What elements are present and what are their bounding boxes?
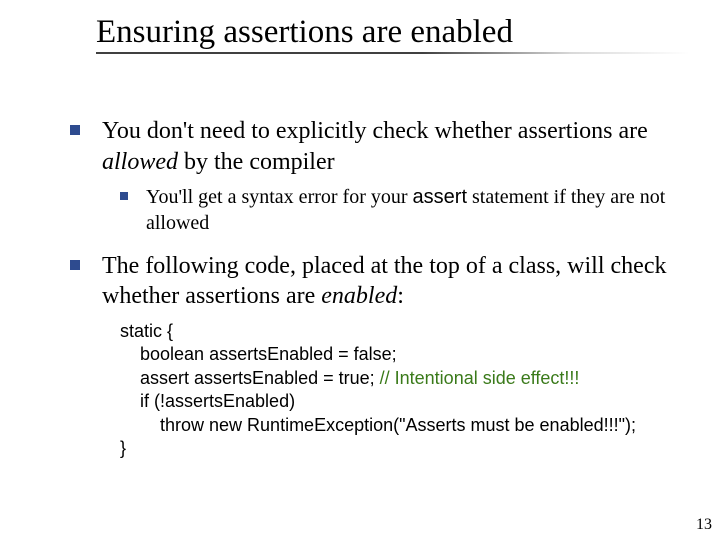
page-number: 13 <box>696 516 712 534</box>
square-bullet-icon <box>120 192 128 200</box>
code-block: static { boolean assertsEnabled = false;… <box>120 320 690 460</box>
bullet-text: You don't need to explicitly check wheth… <box>102 116 690 177</box>
slide: Ensuring assertions are enabled You don'… <box>0 0 720 540</box>
text-run: You don't need to explicitly check wheth… <box>102 118 648 144</box>
text-run: You'll get a syntax error for your <box>146 186 413 208</box>
bullet-level1: The following code, placed at the top of… <box>70 251 690 312</box>
bullet-level1: You don't need to explicitly check wheth… <box>70 116 690 177</box>
bullet-level2: You'll get a syntax error for your asser… <box>120 185 690 236</box>
square-bullet-icon <box>70 260 80 270</box>
title-block: Ensuring assertions are enabled <box>96 14 690 54</box>
code-line: } <box>120 438 126 458</box>
bullet-text: You'll get a syntax error for your asser… <box>146 185 690 236</box>
bullet-text: The following code, placed at the top of… <box>102 251 690 312</box>
text-run-italic: enabled <box>321 283 397 309</box>
square-bullet-icon <box>70 125 80 135</box>
code-line: throw new RuntimeException("Asserts must… <box>120 415 636 435</box>
code-line: if (!assertsEnabled) <box>120 391 295 411</box>
code-comment: // Intentional side effect!!! <box>380 368 580 388</box>
code-run: assert <box>413 186 467 208</box>
code-line: assert assertsEnabled = true; <box>120 368 380 388</box>
text-run: by the compiler <box>178 149 335 175</box>
text-run: : <box>397 283 404 309</box>
title-underline <box>96 52 690 54</box>
code-line: boolean assertsEnabled = false; <box>120 344 397 364</box>
text-run-italic: allowed <box>102 149 178 175</box>
slide-body: You don't need to explicitly check wheth… <box>70 116 690 460</box>
code-line: static { <box>120 321 173 341</box>
slide-title: Ensuring assertions are enabled <box>96 14 690 52</box>
